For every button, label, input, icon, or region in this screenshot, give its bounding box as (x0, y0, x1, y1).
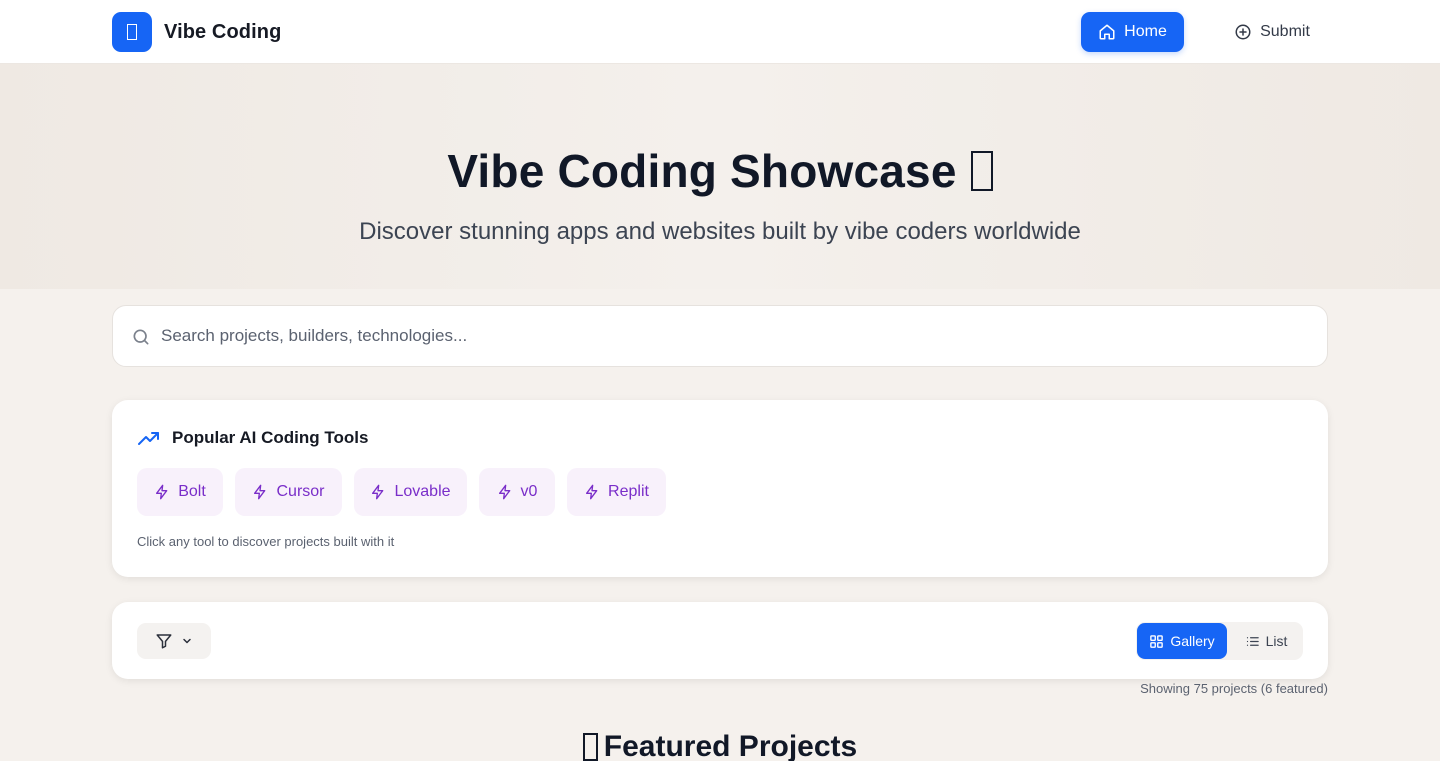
hero-title-text: Vibe Coding Showcase (447, 145, 957, 197)
view-list-button[interactable]: List (1232, 623, 1300, 659)
popular-tools-title: Popular AI Coding Tools (172, 428, 369, 447)
tool-chip-bolt[interactable]: Bolt (137, 468, 223, 516)
view-list-label: List (1265, 633, 1288, 649)
hero-section: Vibe Coding Showcase Discover stunning a… (0, 64, 1440, 289)
results-count: Showing 75 projects (6 featured) (1140, 681, 1328, 696)
lightning-icon (498, 484, 510, 500)
tool-chip-v0[interactable]: v0 (479, 468, 555, 516)
nav-submit-button[interactable]: Submit (1216, 12, 1328, 52)
controls-bar: Gallery List (112, 602, 1328, 679)
hero-title: Vibe Coding Showcase (0, 144, 1440, 198)
plus-circle-icon (1235, 24, 1251, 40)
brand-logo-icon (112, 12, 152, 52)
search-icon (133, 329, 149, 345)
nav-submit-label: Submit (1260, 23, 1310, 40)
filter-icon (156, 634, 172, 649)
search-input[interactable] (161, 306, 1311, 366)
view-gallery-label: Gallery (1170, 633, 1215, 649)
hero-subtitle: Discover stunning apps and websites buil… (359, 218, 1081, 245)
popular-tools-hint: Click any tool to discover projects buil… (137, 534, 395, 549)
popular-tools-heading: Popular AI Coding Tools (137, 428, 368, 448)
brand-name: Vibe Coding (164, 20, 282, 43)
top-navbar: Vibe Coding Home Submit (0, 0, 1440, 64)
tool-chip-lovable[interactable]: Lovable (354, 468, 467, 516)
lightning-icon (586, 484, 598, 500)
view-gallery-button[interactable]: Gallery (1137, 623, 1227, 659)
featured-heading-text: Featured Projects (603, 730, 858, 761)
tool-chip-cursor[interactable]: Cursor (235, 468, 342, 516)
popular-tools-card: Popular AI Coding Tools Bolt Cursor Lova… (112, 400, 1328, 577)
missing-glyph-icon (970, 151, 993, 191)
nav-home-button[interactable]: Home (1081, 12, 1184, 52)
tool-chip-label: Cursor (276, 483, 325, 500)
chevron-down-icon (183, 638, 191, 644)
grid-icon (1150, 634, 1164, 648)
view-toggle: Gallery List (1136, 622, 1303, 660)
tool-chip-label: Replit (608, 483, 649, 500)
tool-chip-label: Lovable (394, 483, 451, 500)
lightning-icon (156, 484, 168, 500)
lightning-icon (372, 484, 384, 500)
filter-dropdown-button[interactable] (137, 623, 211, 659)
home-icon (1099, 24, 1115, 40)
tool-chip-label: Bolt (178, 483, 206, 500)
tool-chip-label: v0 (520, 483, 538, 500)
missing-glyph-icon (582, 733, 598, 761)
nav-home-label: Home (1124, 23, 1167, 40)
trending-up-icon (138, 432, 159, 445)
search-box[interactable] (112, 305, 1328, 367)
featured-heading: Featured Projects (0, 730, 1440, 761)
list-icon (1246, 636, 1259, 646)
brand[interactable]: Vibe Coding (112, 12, 281, 52)
lightning-icon (254, 484, 266, 500)
tool-chip-replit[interactable]: Replit (567, 468, 666, 516)
